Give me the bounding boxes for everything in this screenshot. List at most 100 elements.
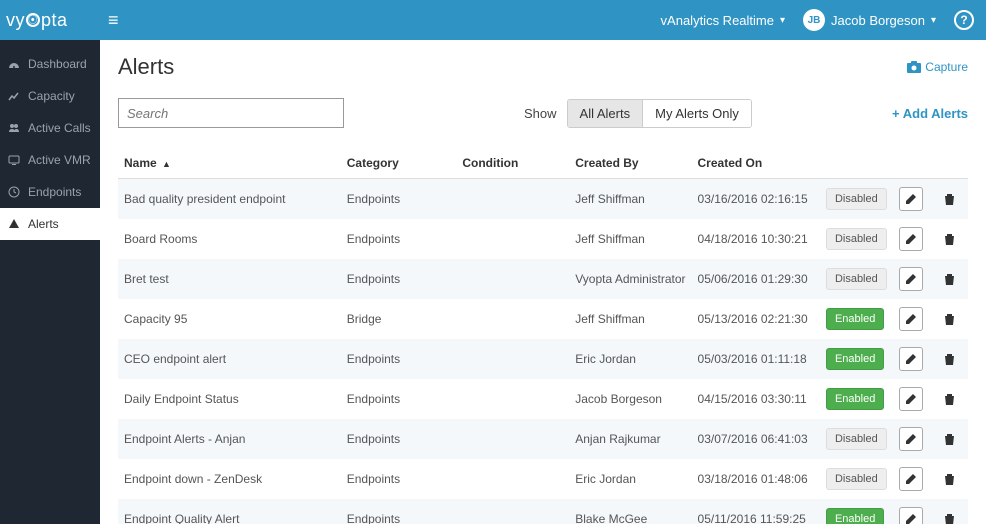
status-badge[interactable]: Enabled	[826, 308, 884, 330]
cell-category: Endpoints	[341, 459, 457, 499]
avatar: JB	[803, 9, 825, 31]
cell-created-on: 05/11/2016 11:59:25	[692, 499, 820, 524]
sidebar-item-dashboard[interactable]: Dashboard	[0, 48, 100, 80]
sidebar-item-capacity[interactable]: Capacity	[0, 80, 100, 112]
filter-mine-button[interactable]: My Alerts Only	[642, 100, 751, 127]
filter-all-button[interactable]: All Alerts	[568, 100, 643, 127]
trash-icon	[944, 473, 955, 485]
sidebar-item-label: Dashboard	[28, 57, 87, 71]
cell-condition	[456, 499, 569, 524]
pencil-icon	[905, 513, 917, 524]
cell-condition	[456, 379, 569, 419]
people-icon	[8, 122, 22, 134]
delete-button[interactable]	[938, 467, 962, 491]
user-name: Jacob Borgeson	[831, 13, 925, 28]
chevron-down-icon: ▾	[780, 15, 785, 26]
product-switcher[interactable]: vAnalytics Realtime ▾	[661, 13, 785, 28]
sidebar-item-label: Alerts	[28, 217, 59, 231]
help-icon[interactable]: ?	[954, 10, 974, 30]
chart-icon	[8, 90, 22, 102]
delete-button[interactable]	[938, 267, 962, 291]
edit-button[interactable]	[899, 427, 923, 451]
cell-category: Endpoints	[341, 219, 457, 259]
trash-icon	[944, 353, 955, 365]
sidebar-item-active-calls[interactable]: Active Calls	[0, 112, 100, 144]
edit-button[interactable]	[899, 387, 923, 411]
status-badge[interactable]: Disabled	[826, 428, 887, 450]
status-badge[interactable]: Disabled	[826, 188, 887, 210]
pencil-icon	[905, 313, 917, 325]
delete-button[interactable]	[938, 387, 962, 411]
cell-condition	[456, 459, 569, 499]
status-badge[interactable]: Disabled	[826, 228, 887, 250]
gauge-icon	[8, 58, 22, 70]
capture-button[interactable]: Capture	[907, 60, 968, 74]
delete-button[interactable]	[938, 307, 962, 331]
cell-created-by: Jeff Shiffman	[569, 299, 691, 339]
cell-name: Board Rooms	[118, 219, 341, 259]
topbar: vy⦿pta ≡ vAnalytics Realtime ▾ JB Jacob …	[0, 0, 986, 40]
cell-created-on: 03/18/2016 01:48:06	[692, 459, 820, 499]
search-input[interactable]	[118, 98, 344, 128]
sidebar-item-label: Active Calls	[28, 121, 91, 135]
cell-category: Bridge	[341, 299, 457, 339]
cell-created-on: 04/18/2016 10:30:21	[692, 219, 820, 259]
edit-button[interactable]	[899, 467, 923, 491]
pencil-icon	[905, 433, 917, 445]
sidebar-item-label: Capacity	[28, 89, 75, 103]
delete-button[interactable]	[938, 347, 962, 371]
page-title: Alerts	[118, 54, 174, 80]
pencil-icon	[905, 473, 917, 485]
pencil-icon	[905, 393, 917, 405]
cell-created-on: 05/13/2016 02:21:30	[692, 299, 820, 339]
sidebar-item-endpoints[interactable]: Endpoints	[0, 176, 100, 208]
add-alerts-link[interactable]: + Add Alerts	[892, 106, 968, 121]
delete-button[interactable]	[938, 187, 962, 211]
cell-created-by: Eric Jordan	[569, 459, 691, 499]
cell-created-on: 03/07/2016 06:41:03	[692, 419, 820, 459]
cell-name: Bad quality president endpoint	[118, 179, 341, 220]
sidebar-item-label: Endpoints	[28, 185, 81, 199]
cell-name: Endpoint Alerts - Anjan	[118, 419, 341, 459]
sidebar-item-active-vmr[interactable]: Active VMR	[0, 144, 100, 176]
alerts-table: Name ▲ Category Condition Created By Cre…	[118, 148, 968, 524]
edit-button[interactable]	[899, 507, 923, 524]
status-badge[interactable]: Enabled	[826, 348, 884, 370]
edit-button[interactable]	[899, 267, 923, 291]
col-header-category[interactable]: Category	[341, 148, 457, 179]
edit-button[interactable]	[899, 187, 923, 211]
cell-condition	[456, 259, 569, 299]
camera-icon	[907, 61, 921, 73]
edit-button[interactable]	[899, 347, 923, 371]
delete-button[interactable]	[938, 507, 962, 524]
trash-icon	[944, 193, 955, 205]
warn-icon	[8, 218, 22, 230]
delete-button[interactable]	[938, 227, 962, 251]
status-badge[interactable]: Enabled	[826, 508, 884, 524]
col-header-name[interactable]: Name ▲	[118, 148, 341, 179]
show-label: Show	[524, 106, 557, 121]
cell-name: Daily Endpoint Status	[118, 379, 341, 419]
status-badge[interactable]: Enabled	[826, 388, 884, 410]
menu-toggle-icon[interactable]: ≡	[108, 10, 119, 31]
user-menu[interactable]: JB Jacob Borgeson ▾	[803, 9, 936, 31]
col-header-created-by[interactable]: Created By	[569, 148, 691, 179]
sidebar-item-label: Active VMR	[28, 153, 91, 167]
edit-button[interactable]	[899, 227, 923, 251]
table-row: Bad quality president endpointEndpointsJ…	[118, 179, 968, 220]
delete-button[interactable]	[938, 427, 962, 451]
cell-name: Capacity 95	[118, 299, 341, 339]
status-badge[interactable]: Disabled	[826, 468, 887, 490]
brand-logo[interactable]: vy⦿pta	[0, 10, 100, 31]
col-header-created-on[interactable]: Created On	[692, 148, 820, 179]
trash-icon	[944, 233, 955, 245]
edit-button[interactable]	[899, 307, 923, 331]
pencil-icon	[905, 273, 917, 285]
col-header-condition[interactable]: Condition	[456, 148, 569, 179]
cell-category: Endpoints	[341, 259, 457, 299]
cell-created-by: Blake McGee	[569, 499, 691, 524]
status-badge[interactable]: Disabled	[826, 268, 887, 290]
table-row: Endpoint down - ZenDeskEndpointsEric Jor…	[118, 459, 968, 499]
sidebar-item-alerts[interactable]: Alerts	[0, 208, 100, 240]
trash-icon	[944, 273, 955, 285]
